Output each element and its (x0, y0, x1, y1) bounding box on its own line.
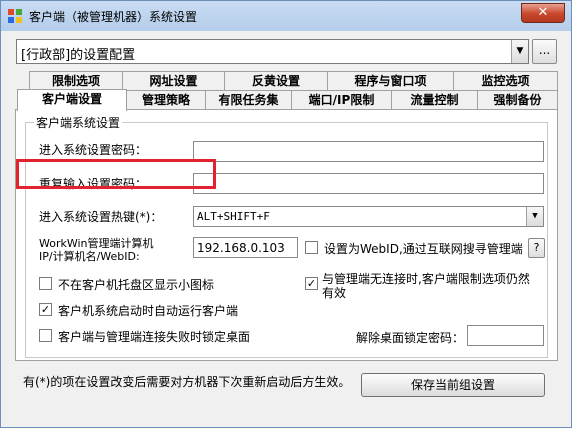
autorun-checkbox[interactable]: ✓ (39, 303, 52, 316)
lock-desktop-label: 客户端与管理端连接失败时锁定桌面 (58, 330, 251, 344)
chevron-down-icon[interactable]: ▼ (526, 207, 543, 226)
repeat-password-label: 重复输入设置密码： (39, 177, 148, 191)
disconnect-checkbox[interactable]: ✓ (305, 277, 318, 290)
settings-window: 客户端（被管理机器）系统设置 ✕ [行政部]的设置配置 ▼ ... 限制选项 网… (0, 0, 572, 428)
unlock-password-label: 解除桌面锁定密码： (356, 331, 465, 345)
lock-desktop-checkbox[interactable] (39, 329, 52, 342)
server-label-line2: IP/计算机名/WebID: (39, 250, 140, 263)
autorun-label: 客户机系统启动时自动运行客户端 (58, 304, 239, 318)
webid-checkbox[interactable] (305, 241, 318, 254)
hide-tray-checkbox[interactable] (39, 277, 52, 290)
server-label-line1: WorkWin管理端计算机 (39, 237, 154, 250)
password-input[interactable] (193, 141, 544, 162)
webid-label: 设置为WebID,通过互联网搜寻管理端 (324, 242, 523, 256)
repeat-password-input[interactable] (193, 173, 544, 194)
form-layer: 进入系统设置密码： 重复输入设置密码： 进入系统设置热键(*)： ALT+SHI… (1, 1, 571, 427)
server-address-input[interactable]: 192.168.0.103 (193, 237, 298, 258)
hotkey-value: ALT+SHIFT+F (197, 210, 270, 223)
password-label: 进入系统设置密码： (39, 143, 148, 157)
disconnect-label: 与管理端无连接时,客户端限制选项仍然有效 (322, 272, 530, 300)
unlock-password-input[interactable] (467, 325, 544, 346)
hotkey-select[interactable]: ALT+SHIFT+F ▼ (193, 206, 544, 227)
hotkey-label: 进入系统设置热键(*)： (39, 210, 163, 224)
hide-tray-label: 不在客户机托盘区显示小图标 (58, 278, 215, 292)
help-button[interactable]: ? (528, 238, 545, 258)
